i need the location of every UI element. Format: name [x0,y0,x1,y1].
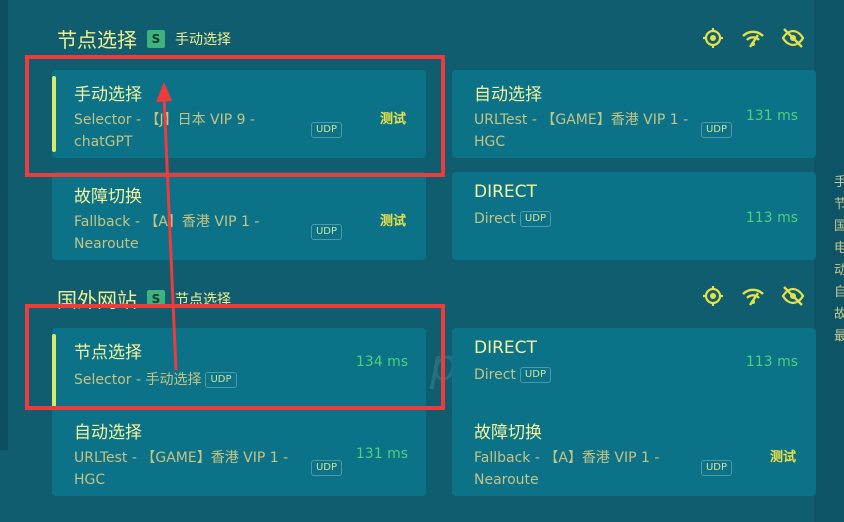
annotation-arrow [156,82,178,371]
